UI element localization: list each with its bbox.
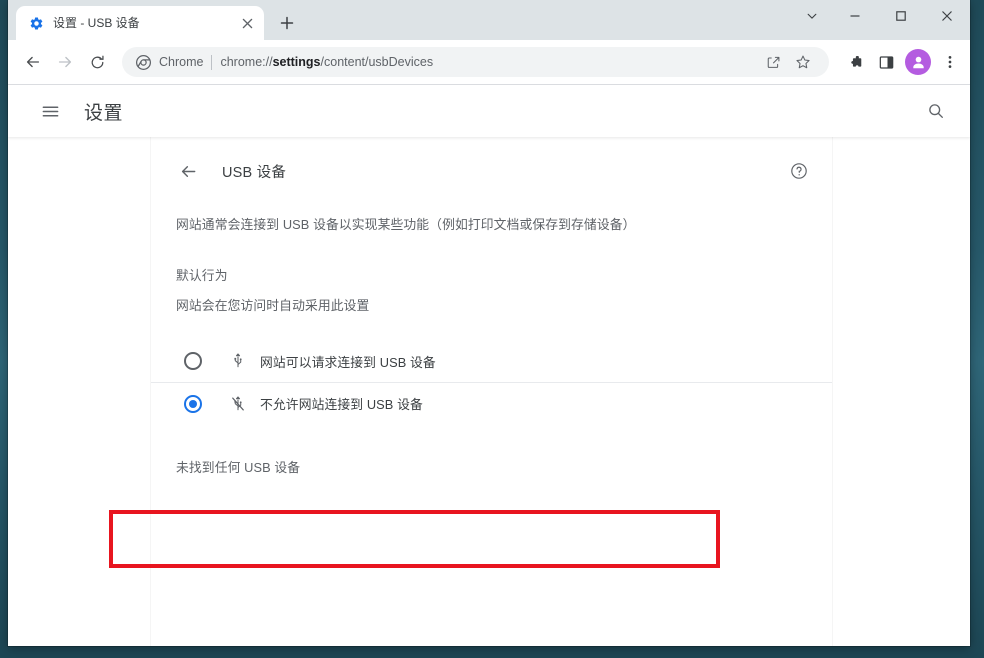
url-prefix: chrome:// xyxy=(220,55,273,69)
usb-icon xyxy=(229,352,247,370)
back-arrow-icon[interactable] xyxy=(176,159,200,183)
url-suffix: /content/usbDevices xyxy=(320,55,434,69)
maximize-button[interactable] xyxy=(878,0,924,32)
toolbar-right-icons xyxy=(841,48,964,76)
usb-page-title: USB 设备 xyxy=(222,164,287,181)
extensions-puzzle-icon[interactable] xyxy=(841,48,869,76)
right-gutter xyxy=(832,137,970,646)
left-gutter xyxy=(8,137,151,646)
omnibox-trailing-icons xyxy=(753,48,817,76)
window-controls xyxy=(792,0,970,40)
settings-page: 设置 USB 设备 网站通常会连接到 USB 设备以实现某些功能（例如打印文档或… xyxy=(8,85,970,646)
close-icon[interactable] xyxy=(238,14,256,32)
forward-icon xyxy=(50,47,80,77)
radio-button-unselected[interactable] xyxy=(184,352,202,371)
browser-tab[interactable]: 设置 - USB 设备 xyxy=(16,6,264,40)
chrome-browser-window: 设置 - USB 设备 Chrome chrome://settings/con… xyxy=(8,0,970,646)
chevron-down-icon[interactable] xyxy=(792,0,832,32)
radio-option-block[interactable]: 不允许网站连接到 USB 设备 xyxy=(151,382,832,424)
gear-icon xyxy=(28,15,44,31)
omnibox-scheme-label: Chrome xyxy=(159,55,204,69)
radio-button-selected[interactable] xyxy=(184,394,202,413)
omnibox-url: chrome://settings/content/usbDevices xyxy=(220,55,745,69)
new-tab-button[interactable] xyxy=(273,9,301,37)
radio-label-ask: 网站可以请求连接到 USB 设备 xyxy=(260,354,436,370)
usb-page-header: USB 设备 xyxy=(151,137,832,183)
usb-devices-card: USB 设备 网站通常会连接到 USB 设备以实现某些功能（例如打印文档或保存到… xyxy=(151,137,832,646)
usb-off-icon xyxy=(229,395,247,413)
hamburger-menu-icon[interactable] xyxy=(36,97,64,125)
usb-empty-state: 未找到任何 USB 设备 xyxy=(176,460,301,476)
tab-title: 设置 - USB 设备 xyxy=(53,16,140,30)
minimize-button[interactable] xyxy=(832,0,878,32)
url-bold-segment: settings xyxy=(272,55,321,69)
avatar[interactable] xyxy=(905,49,931,75)
usb-description: 网站通常会连接到 USB 设备以实现某些功能（例如打印文档或保存到存储设备） xyxy=(176,217,636,232)
radio-label-block: 不允许网站连接到 USB 设备 xyxy=(260,397,423,413)
settings-body: USB 设备 网站通常会连接到 USB 设备以实现某些功能（例如打印文档或保存到… xyxy=(8,137,970,646)
page-title: 设置 xyxy=(84,102,124,124)
browser-menu-icon[interactable] xyxy=(936,48,964,76)
close-button[interactable] xyxy=(924,0,970,32)
default-behavior-sub: 网站会在您访问时自动采用此设置 xyxy=(176,298,370,314)
side-panel-icon[interactable] xyxy=(872,48,900,76)
browser-toolbar: Chrome chrome://settings/content/usbDevi… xyxy=(8,40,970,85)
radio-option-ask[interactable]: 网站可以请求连接到 USB 设备 xyxy=(151,340,832,382)
bookmark-star-icon[interactable] xyxy=(789,48,817,76)
reload-icon[interactable] xyxy=(82,47,112,77)
address-bar[interactable]: Chrome chrome://settings/content/usbDevi… xyxy=(122,47,829,77)
share-icon[interactable] xyxy=(759,48,787,76)
tab-strip: 设置 - USB 设备 xyxy=(8,0,970,40)
back-icon[interactable] xyxy=(18,47,48,77)
default-behavior-radio-group: 网站可以请求连接到 USB 设备 不允许网站连接到 USB 设备 xyxy=(151,340,832,424)
search-icon[interactable] xyxy=(920,95,952,127)
help-icon[interactable] xyxy=(788,160,810,182)
omnibox-divider xyxy=(211,54,213,70)
default-behavior-label: 默认行为 xyxy=(176,268,228,284)
settings-header: 设置 xyxy=(8,85,970,137)
chrome-logo-icon xyxy=(135,54,151,70)
